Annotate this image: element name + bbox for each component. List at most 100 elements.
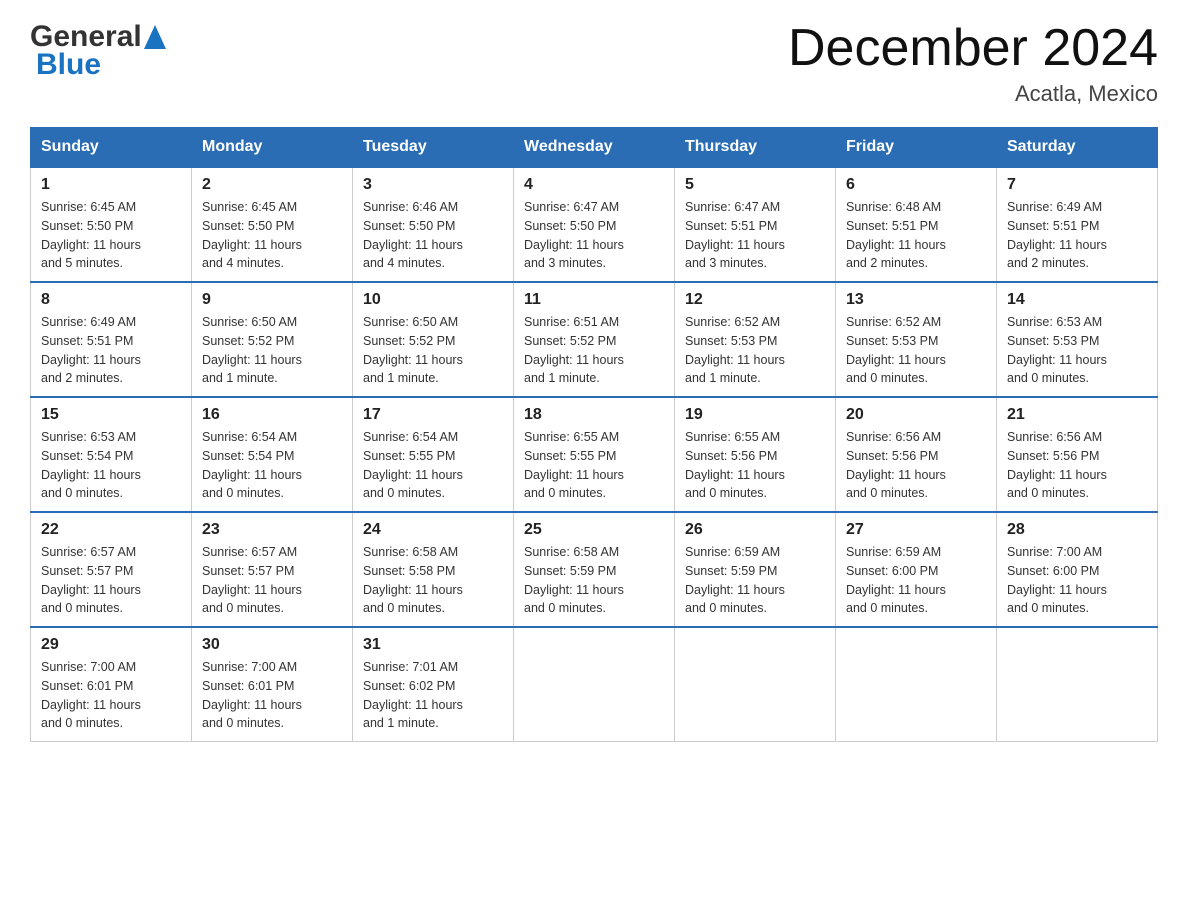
- weekday-header-friday: Friday: [836, 128, 997, 168]
- calendar-cell: [514, 627, 675, 742]
- day-number: 7: [1007, 176, 1147, 194]
- calendar-cell: 17 Sunrise: 6:54 AMSunset: 5:55 PMDayligh…: [353, 397, 514, 512]
- location: Acatla, Mexico: [788, 81, 1158, 107]
- weekday-header-sunday: Sunday: [31, 128, 192, 168]
- day-info: Sunrise: 6:57 AMSunset: 5:57 PMDaylight:…: [202, 543, 342, 618]
- calendar-week-row: 1Sunrise: 6:45 AMSunset: 5:50 PMDaylight…: [31, 167, 1158, 282]
- calendar-cell: [675, 627, 836, 742]
- calendar-cell: 29 Sunrise: 7:00 AMSunset: 6:01 PMDayligh…: [31, 627, 192, 742]
- calendar-cell: 16 Sunrise: 6:54 AMSunset: 5:54 PMDayligh…: [192, 397, 353, 512]
- day-info: Sunrise: 6:47 AMSunset: 5:50 PMDaylight:…: [524, 198, 664, 273]
- calendar-week-row: 15 Sunrise: 6:53 AMSunset: 5:54 PMDayligh…: [31, 397, 1158, 512]
- page-header: General Blue December 2024 Acatla, Mexic…: [30, 20, 1158, 107]
- day-number: 29: [41, 636, 181, 654]
- calendar-cell: 12Sunrise: 6:52 AMSunset: 5:53 PMDayligh…: [675, 282, 836, 397]
- day-number: 6: [846, 176, 986, 194]
- day-info: Sunrise: 6:54 AMSunset: 5:54 PMDaylight:…: [202, 428, 342, 503]
- day-info: Sunrise: 6:52 AMSunset: 5:53 PMDaylight:…: [846, 313, 986, 388]
- day-info: Sunrise: 6:47 AMSunset: 5:51 PMDaylight:…: [685, 198, 825, 273]
- logo-triangle-icon: [144, 23, 166, 51]
- day-number: 14: [1007, 291, 1147, 309]
- calendar-cell: 4 Sunrise: 6:47 AMSunset: 5:50 PMDaylight…: [514, 167, 675, 282]
- day-info: Sunrise: 7:00 AMSunset: 6:01 PMDaylight:…: [41, 658, 181, 733]
- calendar-cell: 8 Sunrise: 6:49 AMSunset: 5:51 PMDaylight…: [31, 282, 192, 397]
- weekday-header-monday: Monday: [192, 128, 353, 168]
- day-info: Sunrise: 6:56 AMSunset: 5:56 PMDaylight:…: [846, 428, 986, 503]
- day-number: 31: [363, 636, 503, 654]
- calendar-cell: 28 Sunrise: 7:00 AMSunset: 6:00 PMDayligh…: [997, 512, 1158, 627]
- day-number: 16: [202, 406, 342, 424]
- calendar-cell: 3 Sunrise: 6:46 AMSunset: 5:50 PMDaylight…: [353, 167, 514, 282]
- day-info: Sunrise: 6:48 AMSunset: 5:51 PMDaylight:…: [846, 198, 986, 273]
- day-number: 20: [846, 406, 986, 424]
- logo: General Blue: [30, 20, 166, 82]
- calendar-cell: 2Sunrise: 6:45 AMSunset: 5:50 PMDaylight…: [192, 167, 353, 282]
- calendar-cell: 6 Sunrise: 6:48 AMSunset: 5:51 PMDaylight…: [836, 167, 997, 282]
- day-number: 21: [1007, 406, 1147, 424]
- day-info: Sunrise: 6:54 AMSunset: 5:55 PMDaylight:…: [363, 428, 503, 503]
- day-number: 15: [41, 406, 181, 424]
- day-number: 28: [1007, 521, 1147, 539]
- calendar-cell: [997, 627, 1158, 742]
- day-info: Sunrise: 6:50 AMSunset: 5:52 PMDaylight:…: [363, 313, 503, 388]
- day-number: 23: [202, 521, 342, 539]
- day-info: Sunrise: 6:51 AMSunset: 5:52 PMDaylight:…: [524, 313, 664, 388]
- day-info: Sunrise: 6:53 AMSunset: 5:53 PMDaylight:…: [1007, 313, 1147, 388]
- day-info: Sunrise: 6:56 AMSunset: 5:56 PMDaylight:…: [1007, 428, 1147, 503]
- day-info: Sunrise: 6:49 AMSunset: 5:51 PMDaylight:…: [1007, 198, 1147, 273]
- calendar-cell: 15 Sunrise: 6:53 AMSunset: 5:54 PMDayligh…: [31, 397, 192, 512]
- month-title: December 2024: [788, 20, 1158, 77]
- calendar-cell: 30 Sunrise: 7:00 AMSunset: 6:01 PMDayligh…: [192, 627, 353, 742]
- day-info: Sunrise: 6:58 AMSunset: 5:58 PMDaylight:…: [363, 543, 503, 618]
- calendar-cell: 14 Sunrise: 6:53 AMSunset: 5:53 PMDayligh…: [997, 282, 1158, 397]
- day-info: Sunrise: 6:49 AMSunset: 5:51 PMDaylight:…: [41, 313, 181, 388]
- day-info: Sunrise: 6:45 AMSunset: 5:50 PMDaylight:…: [41, 198, 181, 273]
- calendar-cell: 18Sunrise: 6:55 AMSunset: 5:55 PMDayligh…: [514, 397, 675, 512]
- day-info: Sunrise: 6:46 AMSunset: 5:50 PMDaylight:…: [363, 198, 503, 273]
- day-number: 5: [685, 176, 825, 194]
- day-number: 8: [41, 291, 181, 309]
- calendar-cell: 31 Sunrise: 7:01 AMSunset: 6:02 PMDayligh…: [353, 627, 514, 742]
- day-number: 24: [363, 521, 503, 539]
- calendar-cell: [836, 627, 997, 742]
- day-info: Sunrise: 7:00 AMSunset: 6:01 PMDaylight:…: [202, 658, 342, 733]
- day-number: 11: [524, 291, 664, 309]
- title-area: December 2024 Acatla, Mexico: [788, 20, 1158, 107]
- calendar-table: SundayMondayTuesdayWednesdayThursdayFrid…: [30, 127, 1158, 742]
- logo-blue-text: Blue: [36, 48, 101, 82]
- calendar-cell: 11 Sunrise: 6:51 AMSunset: 5:52 PMDayligh…: [514, 282, 675, 397]
- calendar-cell: 5 Sunrise: 6:47 AMSunset: 5:51 PMDaylight…: [675, 167, 836, 282]
- day-number: 13: [846, 291, 986, 309]
- day-number: 30: [202, 636, 342, 654]
- day-info: Sunrise: 6:59 AMSunset: 5:59 PMDaylight:…: [685, 543, 825, 618]
- calendar-cell: 23 Sunrise: 6:57 AMSunset: 5:57 PMDayligh…: [192, 512, 353, 627]
- day-info: Sunrise: 6:53 AMSunset: 5:54 PMDaylight:…: [41, 428, 181, 503]
- day-info: Sunrise: 6:57 AMSunset: 5:57 PMDaylight:…: [41, 543, 181, 618]
- day-number: 27: [846, 521, 986, 539]
- calendar-cell: 22Sunrise: 6:57 AMSunset: 5:57 PMDayligh…: [31, 512, 192, 627]
- calendar-week-row: 29 Sunrise: 7:00 AMSunset: 6:01 PMDayligh…: [31, 627, 1158, 742]
- day-info: Sunrise: 7:00 AMSunset: 6:00 PMDaylight:…: [1007, 543, 1147, 618]
- weekday-header-thursday: Thursday: [675, 128, 836, 168]
- day-number: 9: [202, 291, 342, 309]
- day-number: 3: [363, 176, 503, 194]
- calendar-header-row: SundayMondayTuesdayWednesdayThursdayFrid…: [31, 128, 1158, 168]
- calendar-cell: 7 Sunrise: 6:49 AMSunset: 5:51 PMDaylight…: [997, 167, 1158, 282]
- day-info: Sunrise: 6:58 AMSunset: 5:59 PMDaylight:…: [524, 543, 664, 618]
- calendar-week-row: 22Sunrise: 6:57 AMSunset: 5:57 PMDayligh…: [31, 512, 1158, 627]
- calendar-week-row: 8 Sunrise: 6:49 AMSunset: 5:51 PMDaylight…: [31, 282, 1158, 397]
- day-number: 25: [524, 521, 664, 539]
- calendar-cell: 21 Sunrise: 6:56 AMSunset: 5:56 PMDayligh…: [997, 397, 1158, 512]
- day-number: 19: [685, 406, 825, 424]
- calendar-cell: 1Sunrise: 6:45 AMSunset: 5:50 PMDaylight…: [31, 167, 192, 282]
- calendar-cell: 25 Sunrise: 6:58 AMSunset: 5:59 PMDayligh…: [514, 512, 675, 627]
- calendar-cell: 20 Sunrise: 6:56 AMSunset: 5:56 PMDayligh…: [836, 397, 997, 512]
- calendar-cell: 9Sunrise: 6:50 AMSunset: 5:52 PMDaylight…: [192, 282, 353, 397]
- day-number: 12: [685, 291, 825, 309]
- day-info: Sunrise: 6:59 AMSunset: 6:00 PMDaylight:…: [846, 543, 986, 618]
- calendar-cell: 13 Sunrise: 6:52 AMSunset: 5:53 PMDayligh…: [836, 282, 997, 397]
- day-info: Sunrise: 7:01 AMSunset: 6:02 PMDaylight:…: [363, 658, 503, 733]
- day-number: 26: [685, 521, 825, 539]
- day-number: 17: [363, 406, 503, 424]
- day-number: 4: [524, 176, 664, 194]
